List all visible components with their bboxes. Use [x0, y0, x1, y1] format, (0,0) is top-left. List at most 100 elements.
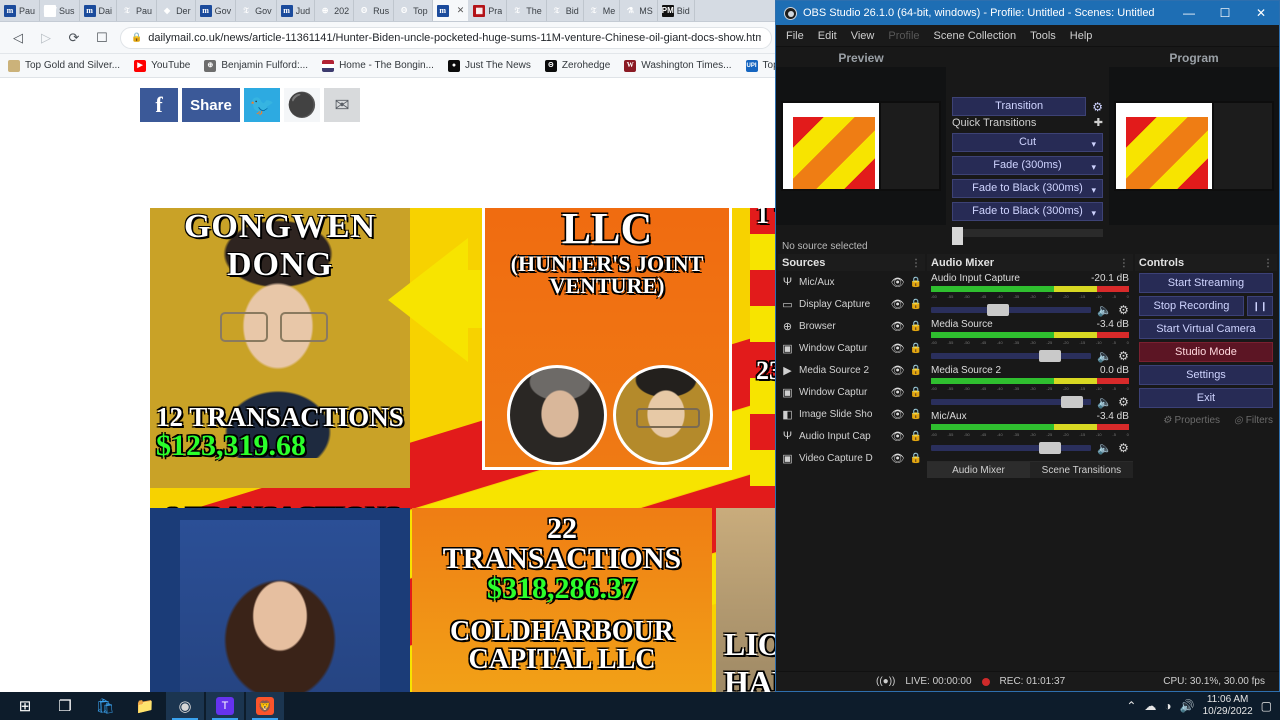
maximize-button[interactable]: ☐	[1207, 1, 1243, 25]
menu-item-view[interactable]: View	[851, 30, 875, 42]
mute-icon[interactable]: 🔈	[1097, 303, 1112, 317]
quick-transition-button[interactable]: Fade (300ms) ▾	[952, 156, 1103, 176]
lock-icon[interactable]: 🔒	[910, 321, 922, 332]
studio-mode-button[interactable]: Studio Mode	[1138, 342, 1273, 362]
dock-tab[interactable]: Audio Mixer	[927, 462, 1030, 478]
facebook-icon[interactable]: f	[140, 88, 178, 122]
gear-icon[interactable]: ⚙	[1118, 395, 1129, 409]
file-explorer-button[interactable]: 📁	[126, 692, 164, 720]
browser-tab[interactable]: ⊕ 202	[315, 0, 355, 21]
browser-tab[interactable]: Θ Top	[394, 0, 433, 21]
lock-icon[interactable]: 🔒	[910, 431, 922, 442]
browser-tab[interactable]: 𝔗 Gov	[236, 0, 277, 21]
browser-tab[interactable]: 𝔗 Pau	[117, 0, 158, 21]
browser-tab[interactable]: ▦ Pra	[469, 0, 508, 21]
bookmark-item[interactable]: Home - The Bongin...	[322, 59, 434, 72]
transition-slider[interactable]	[952, 227, 1103, 246]
menu-item-help[interactable]: Help	[1070, 30, 1093, 42]
tray-chevron-icon[interactable]: ⌃	[1126, 699, 1136, 713]
lock-icon[interactable]: 🔒	[910, 387, 922, 398]
eye-icon[interactable]: 👁	[891, 452, 905, 465]
browser-tab[interactable]: ◆ Der	[157, 0, 196, 21]
source-item[interactable]: ⊕ Browser 👁 🔒	[778, 315, 925, 337]
volume-slider-knob[interactable]	[1060, 396, 1083, 408]
bookmark-button[interactable]: ☐	[92, 28, 112, 48]
lock-icon[interactable]: 🔒	[910, 453, 922, 464]
browser-tab[interactable]: m ✕	[432, 0, 470, 21]
app-t-button[interactable]: T	[206, 692, 244, 720]
eye-icon[interactable]: 👁	[891, 298, 905, 311]
taskbar-clock[interactable]: 11:06 AM 10/29/2022	[1203, 694, 1253, 718]
quick-transition-button[interactable]: Cut ▾	[952, 133, 1103, 153]
source-item[interactable]: ▣ Window Captur 👁 🔒	[778, 381, 925, 403]
eye-icon[interactable]: 👁	[891, 320, 905, 333]
transition-button[interactable]: Transition	[952, 97, 1087, 117]
start-streaming-button[interactable]: Start Streaming	[1138, 273, 1273, 293]
chevron-down-icon[interactable]: ▾	[1091, 182, 1096, 199]
lock-icon[interactable]: 🔒	[910, 277, 922, 288]
bookmark-item[interactable]: Θ Zerohedge	[544, 59, 610, 72]
filters-button[interactable]: ◎ Filters	[1234, 415, 1273, 426]
task-view-button[interactable]: ❐	[46, 692, 84, 720]
eye-icon[interactable]: 👁	[891, 276, 905, 289]
volume-slider[interactable]	[931, 396, 1092, 408]
sources-dock-menu-icon[interactable]: ⋮	[911, 258, 921, 269]
exit-button[interactable]: Exit	[1138, 388, 1273, 408]
start-button[interactable]: ⊞	[6, 692, 44, 720]
address-bar[interactable]: 🔒 dailymail.co.uk/news/article-11361141/…	[120, 26, 772, 49]
transition-slider-knob[interactable]	[952, 227, 963, 246]
bookmark-item[interactable]: ⊕ Benjamin Fulford:...	[204, 59, 308, 72]
add-transition-icon[interactable]: ✚	[1094, 116, 1103, 129]
reload-button[interactable]: ⟳	[64, 28, 84, 48]
lock-icon[interactable]: 🔒	[910, 343, 922, 354]
quick-transition-button[interactable]: Fade to Black (300ms) ▾	[952, 202, 1103, 222]
gear-icon[interactable]: ⚙	[1118, 349, 1129, 363]
lock-icon[interactable]: 🔒	[910, 409, 922, 420]
browser-tab[interactable]: 𝔗 The	[507, 0, 547, 21]
bookmark-item[interactable]: ● Just The News	[447, 59, 531, 72]
source-item[interactable]: ▣ Video Capture D 👁 🔒	[778, 447, 925, 469]
browser-tab[interactable]: 𝔗 Bid	[547, 0, 584, 21]
forward-button[interactable]: ▷	[36, 28, 56, 48]
source-item[interactable]: Ψ Audio Input Cap 👁 🔒	[778, 425, 925, 447]
gear-icon[interactable]: ⚙	[1118, 441, 1129, 455]
obs-studio-button[interactable]: ◉	[166, 692, 204, 720]
stop-recording-button[interactable]: Stop Recording	[1138, 296, 1244, 316]
browser-tab[interactable]: ⚗ MS	[620, 0, 658, 21]
volume-slider[interactable]	[931, 442, 1092, 454]
bookmark-item[interactable]: Top Gold and Silver...	[8, 59, 120, 72]
browser-tab[interactable]: m Gov	[196, 0, 237, 21]
source-item[interactable]: ▣ Window Captur 👁 🔒	[778, 337, 925, 359]
onedrive-icon[interactable]: ☁	[1144, 699, 1156, 713]
properties-button[interactable]: ⚙ Properties	[1162, 415, 1220, 426]
source-item[interactable]: ◧ Image Slide Sho 👁 🔒	[778, 403, 925, 425]
volume-icon[interactable]: 🔊	[1180, 699, 1195, 713]
sources-list[interactable]: Ψ Mic/Aux 👁 🔒 ▭ Display Capture 👁 🔒 ⊕ Browser 👁 🔒 ▣ W…	[778, 271, 926, 478]
menu-item-scene-collection[interactable]: Scene Collection	[934, 30, 1017, 42]
volume-slider[interactable]	[931, 304, 1092, 316]
bookmark-item[interactable]: ▶ YouTube	[134, 59, 190, 72]
messenger-icon[interactable]: ⚫	[284, 88, 320, 122]
eye-icon[interactable]: 👁	[891, 386, 905, 399]
quick-transition-button[interactable]: Fade to Black (300ms) ▾	[952, 179, 1103, 199]
close-button[interactable]: ✕	[1243, 1, 1279, 25]
chevron-down-icon[interactable]: ▾	[1091, 159, 1096, 176]
lock-icon[interactable]: 🔒	[910, 299, 922, 310]
preview-canvas[interactable]	[776, 67, 946, 225]
dock-tab[interactable]: Scene Transitions	[1029, 462, 1133, 478]
eye-icon[interactable]: 👁	[891, 408, 905, 421]
settings-button[interactable]: Settings	[1138, 365, 1273, 385]
start-virtual-camera-button[interactable]: Start Virtual Camera	[1138, 319, 1273, 339]
source-item[interactable]: ▶ Media Source 2 👁 🔒	[778, 359, 925, 381]
minimize-button[interactable]: —	[1171, 1, 1207, 25]
menu-item-tools[interactable]: Tools	[1030, 30, 1056, 42]
wifi-icon[interactable]: ◑	[1164, 699, 1171, 713]
browser-tab[interactable]: m Jud	[277, 0, 316, 21]
bookmark-item[interactable]: W Washington Times...	[624, 59, 732, 72]
chevron-down-icon[interactable]: ▾	[1091, 205, 1096, 222]
speaker-icon[interactable]: 🔈	[1097, 441, 1112, 455]
transition-gear-icon[interactable]: ⚙	[1092, 100, 1103, 114]
tab-close-icon[interactable]: ✕	[455, 5, 465, 16]
browser-tab[interactable]: 𝔗 Me	[584, 0, 621, 21]
browser-tab[interactable]: DW Sus	[40, 0, 80, 21]
